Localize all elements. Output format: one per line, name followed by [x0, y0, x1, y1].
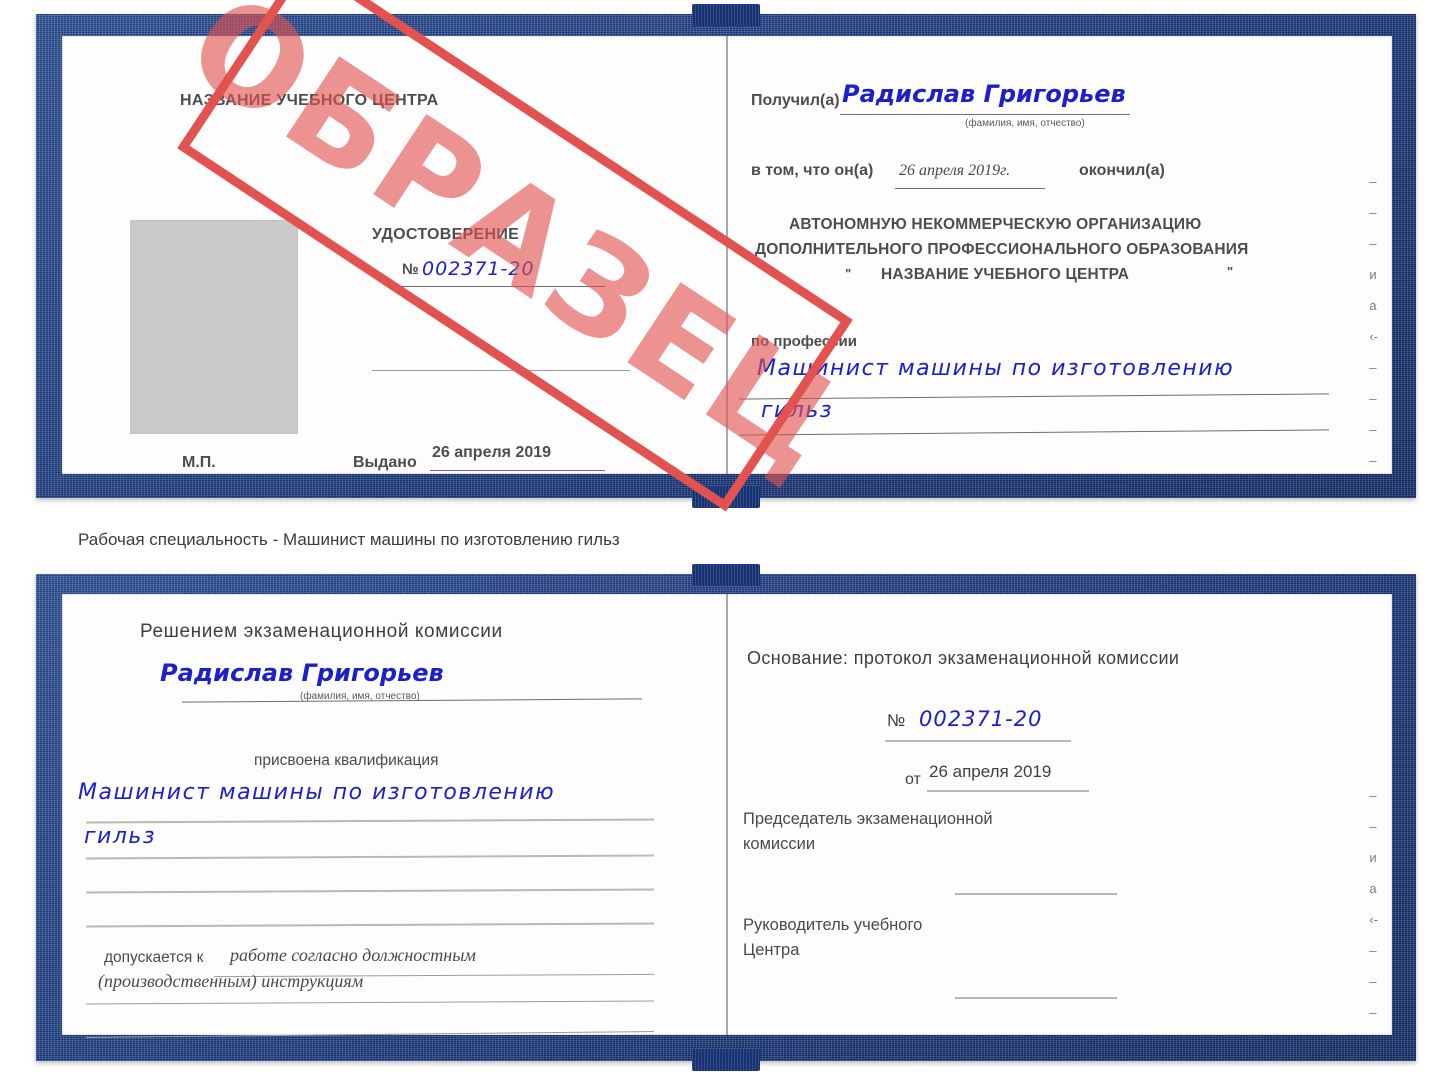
org-quote-close: " — [1227, 264, 1234, 279]
seal-label: М.П. — [182, 454, 216, 471]
received-label: Получил(а) — [751, 92, 840, 109]
certificate-pages-bottom: Решением экзаменационной комиссии Радисл… — [62, 594, 1392, 1038]
qualification-rule-2 — [85, 854, 655, 860]
margin-mark: – — [1369, 422, 1377, 437]
admitted-value-line1: работе согласно должностным — [230, 945, 476, 965]
margin-mark: – — [1369, 360, 1377, 375]
margin-mark: – — [1369, 943, 1377, 958]
that-he-label: в том, что он(а) — [751, 162, 874, 179]
issued-rule — [430, 470, 605, 471]
spine-tab-bottom — [692, 486, 760, 508]
margin-mark: и — [1369, 267, 1377, 282]
caption-text: Рабочая специальность - Машинист машины … — [78, 530, 620, 549]
number-value: 002371-20 — [422, 258, 535, 280]
fio-hint: (фамилия, имя, отчество) — [965, 118, 1085, 129]
chairman-line-1: Председатель экзаменационной — [743, 810, 993, 828]
margin-mark: – — [1369, 1005, 1377, 1020]
protocol-date-value: 26 апреля 2019 — [929, 762, 1052, 781]
photo-placeholder — [130, 220, 298, 434]
margin-mark: и — [1369, 850, 1377, 865]
issued-label: Выдано — [353, 454, 417, 471]
received-rule — [840, 114, 1130, 115]
page-right-bottom: Основание: протокол экзаменационной коми… — [727, 594, 1392, 1035]
margin-marks-bottom: – – и а ‹- – – – — [1369, 780, 1378, 1028]
chairman-line-2: комиссии — [743, 835, 816, 853]
head-line-1: Руководитель учебного — [743, 916, 923, 934]
profession-label: по профессии — [751, 333, 857, 350]
profession-value-line2: гильз — [761, 398, 834, 423]
certificate-pages-top: НАЗВАНИЕ УЧЕБНОГО ЦЕНТРА УДОСТОВЕРЕНИЕ №… — [62, 36, 1392, 474]
margin-mark: – — [1369, 819, 1377, 834]
protocol-number-label: № — [887, 711, 906, 730]
margin-mark: – — [1369, 391, 1377, 406]
margin-mark: – — [1369, 205, 1377, 220]
fio-hint: (фамилия, имя, отчество) — [300, 691, 420, 702]
qualification-rule-1 — [85, 818, 655, 824]
spine-tab-top — [692, 4, 760, 26]
qualification-line1: Машинист машины по изготовлению — [78, 780, 556, 805]
head-line-2: Центра — [743, 941, 800, 959]
issued-value: 26 апреля 2019 — [432, 444, 552, 461]
name-value: Радислав Григорьев — [160, 659, 444, 687]
page-right-top: Получил(а) Радислав Григорьев (фамилия, … — [727, 36, 1392, 474]
margin-mark: а — [1369, 298, 1377, 313]
margin-mark: ‹- — [1369, 329, 1378, 344]
margin-mark: ‹- — [1369, 912, 1378, 927]
chairman-signature-rule — [955, 893, 1117, 895]
protocol-number-rule — [885, 740, 1071, 742]
protocol-date-rule — [927, 790, 1089, 792]
profession-rule-2 — [739, 429, 1329, 436]
admitted-label: допускается к — [104, 949, 204, 966]
admitted-rule-2 — [86, 1000, 654, 1005]
org-line-3: НАЗВАНИЕ УЧЕБНОГО ЦЕНТРА — [881, 266, 1130, 283]
protocol-date-label: от — [905, 771, 921, 788]
org-line-2: ДОПОЛНИТЕЛЬНОГО ПРОФЕССИОНАЛЬНОГО ОБРАЗО… — [755, 241, 1249, 258]
qualification-label: присвоена квалификация — [254, 752, 439, 769]
number-label: № — [402, 261, 419, 278]
certificate-book-top: НАЗВАНИЕ УЧЕБНОГО ЦЕНТРА УДОСТОВЕРЕНИЕ №… — [36, 0, 1416, 512]
qualification-rule-4 — [85, 922, 655, 928]
qualification-rule-3 — [85, 888, 655, 894]
admitted-value-line2: (производственным) инструкциям — [98, 971, 364, 991]
doc-title: УДОСТОВЕРЕНИЕ — [372, 226, 520, 243]
org-line-1: АВТОНОМНУЮ НЕКОММЕРЧЕСКУЮ ОРГАНИЗАЦИЮ — [789, 216, 1202, 233]
received-value: Радислав Григорьев — [842, 80, 1126, 108]
number-rule — [400, 286, 605, 287]
qualification-line2: гильз — [84, 824, 157, 849]
org-quote-open: " — [845, 266, 852, 281]
page-left-top: НАЗВАНИЕ УЧЕБНОГО ЦЕНТРА УДОСТОВЕРЕНИЕ №… — [62, 36, 727, 474]
margin-marks-top: – – – и а ‹- – – – – — [1369, 166, 1378, 476]
margin-mark: – — [1369, 174, 1377, 189]
admitted-rule-3 — [86, 1031, 654, 1038]
margin-mark: – — [1369, 236, 1377, 251]
blank-rule-1 — [372, 370, 630, 371]
head-signature-rule — [955, 997, 1117, 999]
margin-mark: – — [1369, 974, 1377, 989]
profession-value-line1: Машинист машины по изготовлению — [757, 356, 1235, 381]
margin-mark: а — [1369, 881, 1377, 896]
completion-date-rule — [895, 188, 1045, 189]
margin-mark: – — [1369, 788, 1377, 803]
completion-date: 26 апреля 2019г. — [899, 162, 1011, 179]
certificate-book-bottom: Решением экзаменационной комиссии Радисл… — [36, 564, 1416, 1071]
margin-mark: – — [1369, 453, 1377, 468]
spine-tab-bottom — [692, 1049, 760, 1071]
spine-tab-top — [692, 564, 760, 586]
page-left-bottom: Решением экзаменационной комиссии Радисл… — [62, 594, 727, 1038]
protocol-number-value: 002371-20 — [919, 707, 1043, 731]
org-title: НАЗВАНИЕ УЧЕБНОГО ЦЕНТРА — [180, 92, 439, 109]
basis-label: Основание: протокол экзаменационной коми… — [747, 648, 1180, 668]
decision-heading: Решением экзаменационной комиссии — [140, 621, 503, 642]
finished-label: окончил(а) — [1079, 162, 1165, 179]
